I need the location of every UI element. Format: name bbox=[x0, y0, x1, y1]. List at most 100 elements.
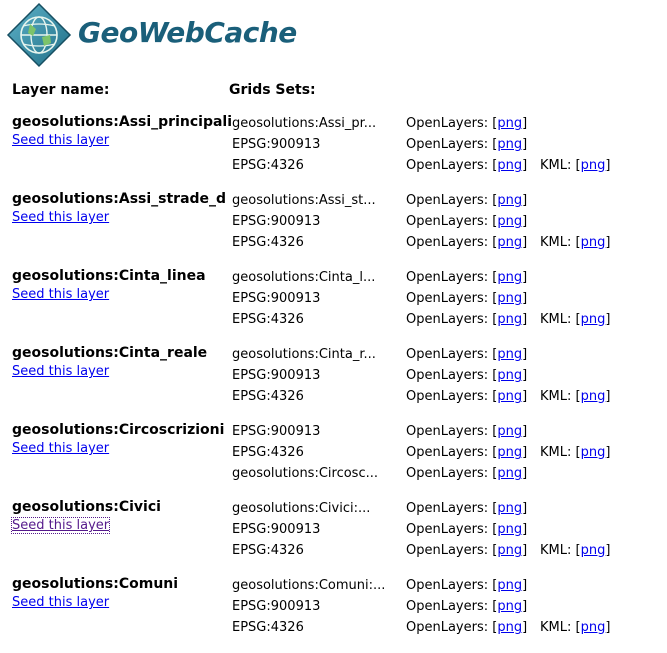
openlayers-format: OpenLayers: [png] bbox=[406, 620, 528, 635]
openlayers-format: OpenLayers: [png] bbox=[406, 445, 528, 460]
grid-set-row: EPSG:4326 OpenLayers: [png] KML: [png] bbox=[0, 389, 667, 409]
grid-set-name: geosolutions:Assi_pr... bbox=[232, 116, 377, 131]
grid-set-row: EPSG:4326 OpenLayers: [png] KML: [png] bbox=[0, 235, 667, 255]
openlayers-label: OpenLayers: bbox=[406, 214, 489, 229]
kml-format: KML: [png] bbox=[540, 389, 611, 404]
openlayers-label: OpenLayers: bbox=[406, 543, 489, 558]
openlayers-format: OpenLayers: [png] bbox=[406, 270, 528, 285]
grid-set-row: EPSG:900913 OpenLayers: [png] bbox=[0, 137, 667, 157]
grid-set-name: EPSG:900913 bbox=[232, 424, 321, 439]
openlayers-label: OpenLayers: bbox=[406, 620, 489, 635]
openlayers-png-link[interactable]: png bbox=[497, 578, 522, 593]
openlayers-label: OpenLayers: bbox=[406, 368, 489, 383]
grid-set-row: EPSG:900913 OpenLayers: [png] bbox=[0, 368, 667, 388]
openlayers-png-link[interactable]: png bbox=[497, 291, 522, 306]
kml-format: KML: [png] bbox=[540, 312, 611, 327]
grid-set-name: geosolutions:Assi_st... bbox=[232, 193, 376, 208]
grid-set-row: EPSG:4326 OpenLayers: [png] KML: [png] bbox=[0, 620, 667, 640]
openlayers-png-link[interactable]: png bbox=[497, 522, 522, 537]
grid-set-row: EPSG:900913 OpenLayers: [png] bbox=[0, 522, 667, 542]
grid-set-name: EPSG:4326 bbox=[232, 235, 304, 250]
grid-set-name: EPSG:4326 bbox=[232, 158, 304, 173]
grid-set-name: geosolutions:Cinta_r... bbox=[232, 347, 376, 362]
layer-block: geosolutions:Cinta_linea Seed this layer g… bbox=[0, 268, 667, 345]
grid-set-row: EPSG:900913 OpenLayers: [png] bbox=[0, 599, 667, 619]
grid-set-name: EPSG:900913 bbox=[232, 522, 321, 537]
grid-set-row: EPSG:900913 OpenLayers: [png] bbox=[0, 214, 667, 234]
openlayers-format: OpenLayers: [png] bbox=[406, 235, 528, 250]
kml-png-link[interactable]: png bbox=[581, 312, 606, 327]
openlayers-png-link[interactable]: png bbox=[497, 193, 522, 208]
layer-block: geosolutions:Assi_principali Seed this la… bbox=[0, 114, 667, 191]
openlayers-png-link[interactable]: png bbox=[497, 466, 522, 481]
openlayers-label: OpenLayers: bbox=[406, 578, 489, 593]
grid-set-name: EPSG:900913 bbox=[232, 291, 321, 306]
kml-label: KML: bbox=[540, 543, 572, 558]
openlayers-png-link[interactable]: png bbox=[497, 501, 522, 516]
openlayers-png-link[interactable]: png bbox=[497, 368, 522, 383]
kml-format: KML: [png] bbox=[540, 158, 611, 173]
kml-png-link[interactable]: png bbox=[581, 620, 606, 635]
openlayers-format: OpenLayers: [png] bbox=[406, 466, 528, 481]
layer-block: geosolutions:Comuni Seed this layer geosol… bbox=[0, 576, 667, 653]
openlayers-format: OpenLayers: [png] bbox=[406, 137, 528, 152]
grid-set-name: EPSG:900913 bbox=[232, 137, 321, 152]
kml-label: KML: bbox=[540, 389, 572, 404]
openlayers-label: OpenLayers: bbox=[406, 291, 489, 306]
openlayers-label: OpenLayers: bbox=[406, 116, 489, 131]
openlayers-png-link[interactable]: png bbox=[497, 424, 522, 439]
openlayers-label: OpenLayers: bbox=[406, 501, 489, 516]
openlayers-label: OpenLayers: bbox=[406, 312, 489, 327]
kml-format: KML: [png] bbox=[540, 445, 611, 460]
grid-set-name: EPSG:4326 bbox=[232, 620, 304, 635]
openlayers-png-link[interactable]: png bbox=[497, 137, 522, 152]
kml-label: KML: bbox=[540, 235, 572, 250]
openlayers-png-link[interactable]: png bbox=[497, 543, 522, 558]
grid-set-name: EPSG:900913 bbox=[232, 368, 321, 383]
openlayers-format: OpenLayers: [png] bbox=[406, 599, 528, 614]
openlayers-png-link[interactable]: png bbox=[497, 389, 522, 404]
openlayers-png-link[interactable]: png bbox=[497, 312, 522, 327]
openlayers-format: OpenLayers: [png] bbox=[406, 312, 528, 327]
grid-set-row: EPSG:900913 OpenLayers: [png] bbox=[0, 291, 667, 311]
openlayers-png-link[interactable]: png bbox=[497, 347, 522, 362]
layer-block: geosolutions:Circoscrizioni Seed this lay… bbox=[0, 422, 667, 499]
openlayers-format: OpenLayers: [png] bbox=[406, 389, 528, 404]
openlayers-format: OpenLayers: [png] bbox=[406, 578, 528, 593]
grid-set-name: EPSG:4326 bbox=[232, 312, 304, 327]
openlayers-label: OpenLayers: bbox=[406, 424, 489, 439]
grid-set-row: geosolutions:Civici:... OpenLayers: [png] bbox=[0, 501, 667, 521]
openlayers-png-link[interactable]: png bbox=[497, 214, 522, 229]
openlayers-label: OpenLayers: bbox=[406, 193, 489, 208]
openlayers-format: OpenLayers: [png] bbox=[406, 214, 528, 229]
openlayers-png-link[interactable]: png bbox=[497, 270, 522, 285]
openlayers-label: OpenLayers: bbox=[406, 347, 489, 362]
kml-png-link[interactable]: png bbox=[581, 235, 606, 250]
openlayers-format: OpenLayers: [png] bbox=[406, 347, 528, 362]
logo-wordmark: GeoWebCache bbox=[78, 16, 297, 49]
layer-block: geosolutions:Civici Seed this layer geosol… bbox=[0, 499, 667, 576]
grid-set-row: EPSG:900913 OpenLayers: [png] bbox=[0, 424, 667, 444]
kml-png-link[interactable]: png bbox=[581, 543, 606, 558]
openlayers-png-link[interactable]: png bbox=[497, 445, 522, 460]
openlayers-label: OpenLayers: bbox=[406, 235, 489, 250]
grid-set-row: EPSG:4326 OpenLayers: [png] KML: [png] bbox=[0, 312, 667, 332]
openlayers-label: OpenLayers: bbox=[406, 158, 489, 173]
grid-set-name: EPSG:900913 bbox=[232, 214, 321, 229]
openlayers-png-link[interactable]: png bbox=[497, 158, 522, 173]
grid-set-row: EPSG:4326 OpenLayers: [png] KML: [png] bbox=[0, 158, 667, 178]
grid-set-name: EPSG:4326 bbox=[232, 445, 304, 460]
grid-set-row: EPSG:4326 OpenLayers: [png] KML: [png] bbox=[0, 445, 667, 465]
grid-set-row: geosolutions:Circosc... OpenLayers: [png] bbox=[0, 466, 667, 486]
geowebcache-logo: GeoWebCache bbox=[4, 2, 297, 68]
kml-png-link[interactable]: png bbox=[581, 389, 606, 404]
layer-block: geosolutions:Cinta_reale Seed this layer g… bbox=[0, 345, 667, 422]
openlayers-png-link[interactable]: png bbox=[497, 599, 522, 614]
kml-png-link[interactable]: png bbox=[581, 445, 606, 460]
openlayers-png-link[interactable]: png bbox=[497, 116, 522, 131]
openlayers-png-link[interactable]: png bbox=[497, 620, 522, 635]
grid-set-name: geosolutions:Comuni:... bbox=[232, 578, 386, 593]
openlayers-png-link[interactable]: png bbox=[497, 235, 522, 250]
kml-format: KML: [png] bbox=[540, 620, 611, 635]
kml-png-link[interactable]: png bbox=[581, 158, 606, 173]
